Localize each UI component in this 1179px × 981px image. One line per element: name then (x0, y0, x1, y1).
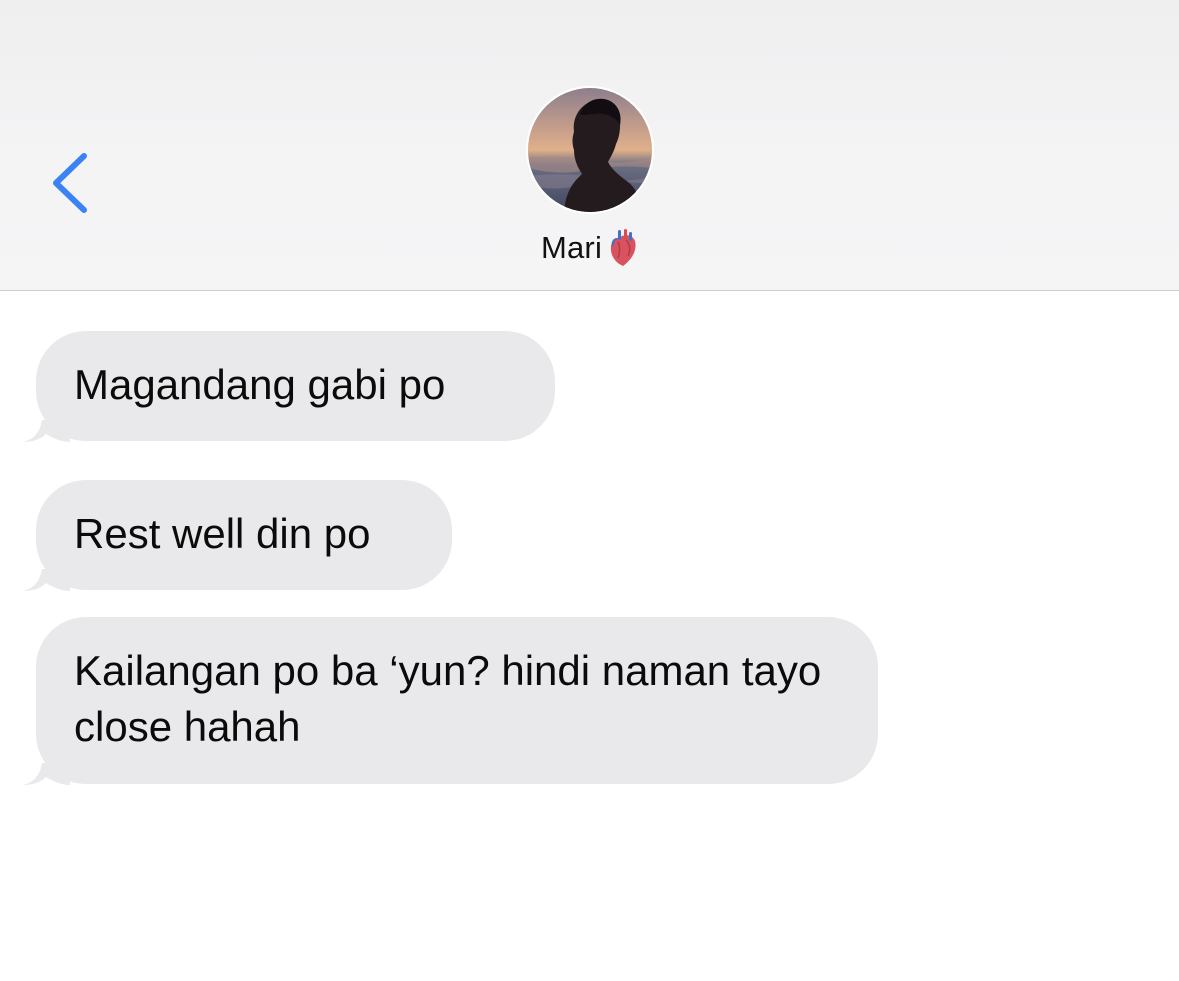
avatar[interactable] (528, 88, 652, 212)
conversation-header: Mari (0, 0, 1179, 291)
anatomical-heart-icon (610, 229, 636, 266)
message-text: Rest well din po (74, 510, 371, 557)
message-row: Rest well din po (22, 480, 452, 591)
message-bubble[interactable]: Magandang gabi po (36, 331, 555, 441)
message-bubble[interactable]: Kailangan po ba ‘yun? hindi naman tayo c… (36, 617, 878, 784)
avatar-photo (528, 88, 652, 212)
message-row: Kailangan po ba ‘yun? hindi naman tayo c… (22, 617, 878, 785)
back-button[interactable] (44, 146, 104, 226)
chevron-left-icon (53, 153, 87, 213)
message-text: Magandang gabi po (74, 361, 446, 408)
message-row: Magandang gabi po (22, 331, 555, 442)
message-text: Kailangan po ba ‘yun? hindi naman tayo c… (74, 647, 822, 750)
contact-name: Mari (540, 230, 603, 265)
message-bubble[interactable]: Rest well din po (36, 480, 452, 590)
contact-name-row[interactable]: Mari (0, 228, 1179, 268)
